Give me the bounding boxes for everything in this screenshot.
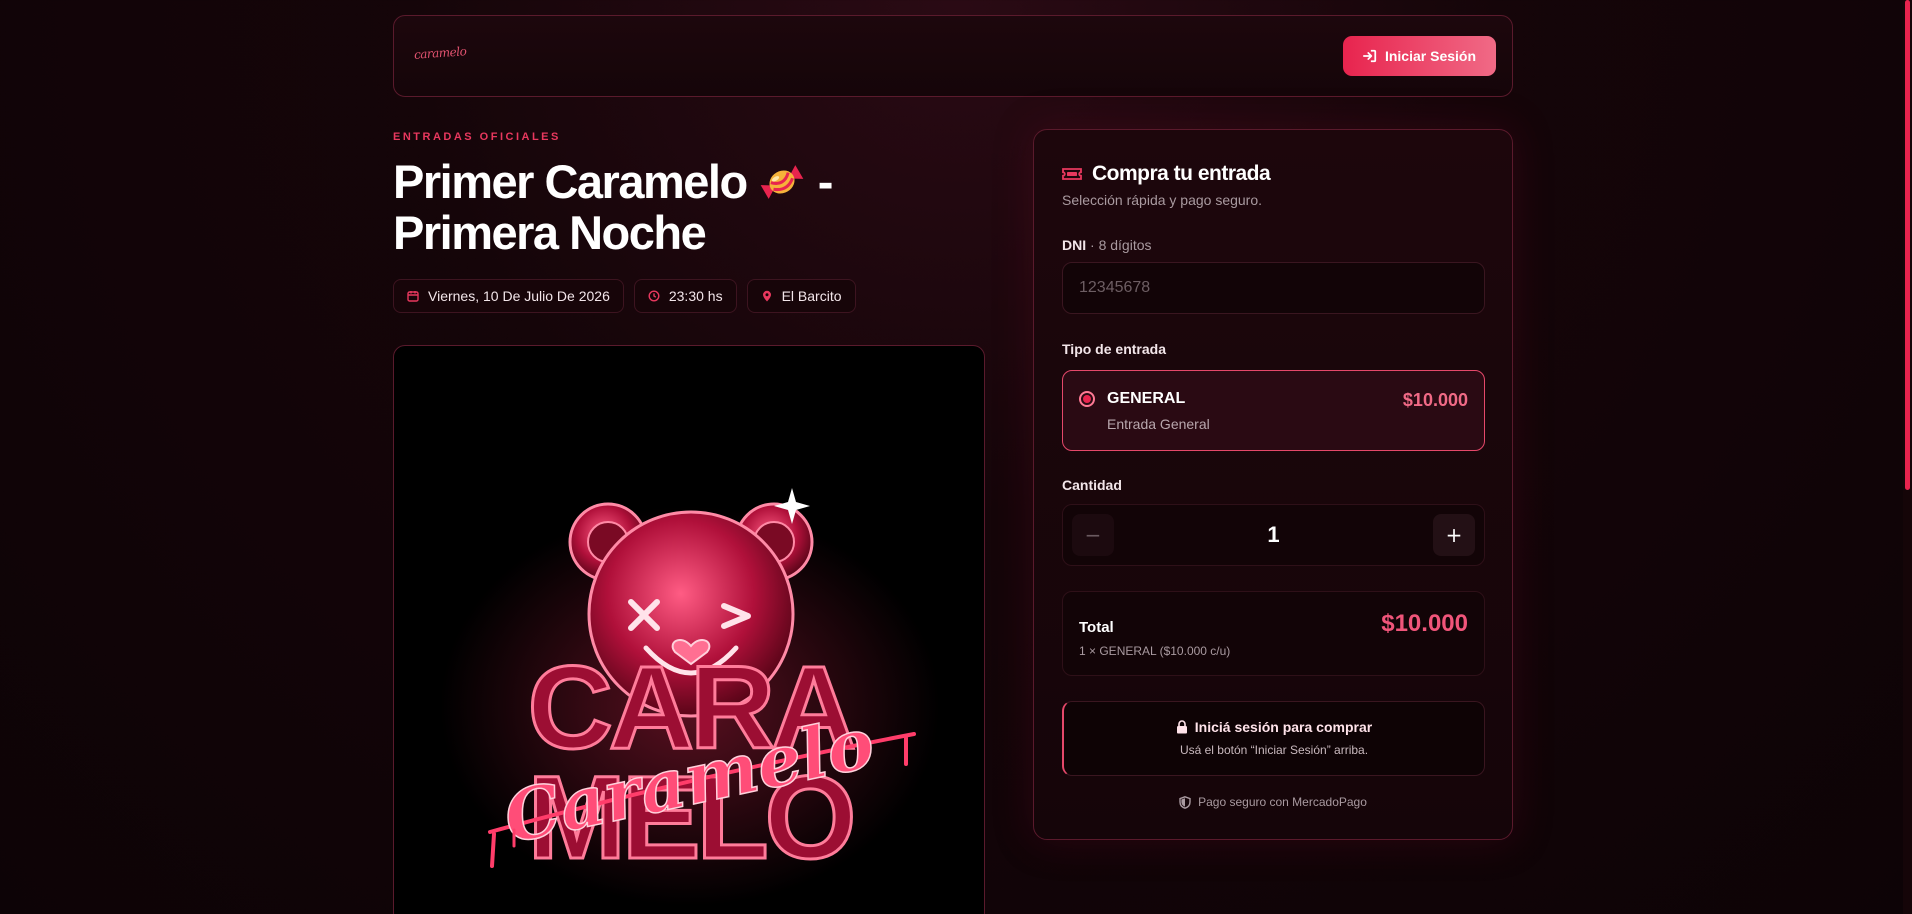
- login-required-notice: Iniciá sesión para comprar Usá el botón …: [1062, 701, 1485, 776]
- calendar-icon: [407, 291, 419, 302]
- total-summary: Total 1 × GENERAL ($10.000 c/u) $10.000: [1062, 591, 1485, 676]
- quantity-label: Cantidad: [1062, 477, 1122, 493]
- candy-icon: [760, 165, 804, 199]
- purchase-card: Compra tu entrada Selección rápida y pag…: [1033, 129, 1513, 840]
- time-chip: 23:30 hs: [633, 279, 737, 313]
- total-detail: 1 × GENERAL ($10.000 c/u): [1079, 644, 1231, 658]
- event-meta: Viernes, 10 De Julio De 2026 23:30 hs El…: [393, 279, 856, 313]
- lock-icon: [1176, 720, 1187, 734]
- venue-text: El Barcito: [781, 288, 842, 304]
- date-chip: Viernes, 10 De Julio De 2026: [393, 279, 624, 313]
- event-title-part1: Primer Caramelo: [393, 155, 748, 208]
- sign-in-icon: [1362, 49, 1377, 63]
- quantity-increase-button[interactable]: +: [1433, 514, 1475, 556]
- dni-input[interactable]: [1062, 262, 1485, 314]
- purchase-subtitle: Selección rápida y pago seguro.: [1062, 192, 1263, 208]
- location-pin-icon: [762, 290, 771, 302]
- purchase-title: Compra tu entrada: [1062, 162, 1271, 186]
- ticket-radio[interactable]: [1079, 391, 1095, 407]
- poster-artwork: CARA MELO Caramelo: [440, 488, 940, 906]
- notice-title: Iniciá sesión para comprar: [1064, 719, 1484, 735]
- quantity-stepper: − 1 +: [1062, 504, 1485, 566]
- dni-hint: · 8 dígitos: [1086, 237, 1152, 253]
- total-amount: $10.000: [1381, 610, 1468, 637]
- ticket-name: GENERAL: [1107, 390, 1186, 407]
- login-button-label: Iniciar Sesión: [1384, 48, 1477, 64]
- top-navbar: caramelo Iniciar Sesión: [393, 15, 1513, 97]
- secure-payment-note: Pago seguro con MercadoPago: [1034, 795, 1512, 809]
- page-scrollbar[interactable]: [1903, 0, 1912, 914]
- scrollbar-thumb[interactable]: [1905, 0, 1910, 490]
- clock-icon: [648, 290, 660, 302]
- ticket-description: Entrada General: [1107, 416, 1210, 432]
- date-text: Viernes, 10 De Julio De 2026: [428, 288, 610, 304]
- quantity-value: 1: [1267, 522, 1280, 547]
- eyebrow-label: ENTRADAS OFICIALES: [393, 131, 561, 143]
- total-label: Total: [1079, 619, 1114, 636]
- login-button[interactable]: Iniciar Sesión: [1343, 36, 1496, 76]
- time-text: 23:30 hs: [668, 288, 723, 304]
- dni-label: DNI · 8 dígitos: [1062, 237, 1152, 253]
- notice-title-text: Iniciá sesión para comprar: [1194, 719, 1373, 735]
- event-page: caramelo Iniciar Sesión ENTRADAS OFICIAL…: [0, 0, 1912, 914]
- dni-label-text: DNI: [1062, 237, 1087, 253]
- event-poster: CARA MELO Caramelo: [393, 345, 985, 914]
- ticket-icon: [1062, 168, 1082, 180]
- ticket-option-general[interactable]: GENERAL Entrada General $10.000: [1062, 370, 1485, 451]
- shield-icon: [1179, 795, 1191, 809]
- notice-text: Usá el botón “Iniciar Sesión” arriba.: [1179, 743, 1369, 757]
- ticket-type-label: Tipo de entrada: [1062, 341, 1166, 357]
- purchase-title-text: Compra tu entrada: [1092, 162, 1271, 185]
- brand-logo[interactable]: caramelo: [414, 44, 467, 62]
- secure-note-text: Pago seguro con MercadoPago: [1198, 795, 1367, 809]
- event-title: Primer Caramelo - Primera Noche: [393, 156, 953, 258]
- ticket-price: $10.000: [1402, 390, 1468, 410]
- venue-chip: El Barcito: [746, 279, 856, 313]
